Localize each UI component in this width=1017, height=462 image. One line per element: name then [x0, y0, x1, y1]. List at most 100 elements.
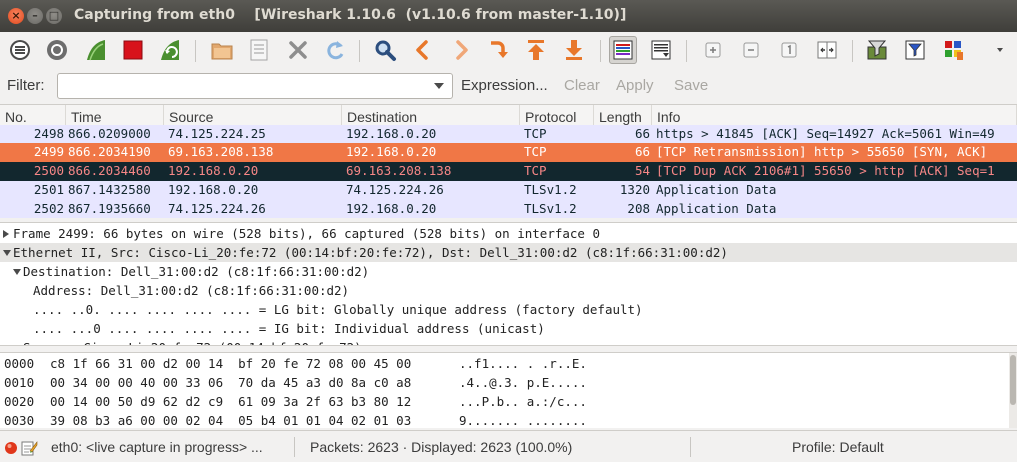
packet-cell-no: 2502: [33, 201, 64, 216]
packet-cell-info: [TCP Retransmission] http > 55650 [SYN, …: [656, 144, 988, 159]
capture-filters-icon[interactable]: [863, 36, 891, 64]
packet-row[interactable]: 2500 866.2034460 192.168.0.20 69.163.208.13…: [0, 162, 1017, 181]
packet-row[interactable]: 2499 866.2034190 69.163.208.138 192.168.0.2…: [0, 143, 1017, 162]
filter-dropdown-icon[interactable]: [434, 83, 444, 89]
packet-bytes[interactable]: 0000 c8 1f 66 31 00 d2 00 14 bf 20 fe 72 …: [0, 352, 1017, 428]
capture-status: eth0: <live capture in progress> ...: [51, 439, 263, 455]
bytes-scrollbar[interactable]: [1009, 353, 1017, 428]
bytes-hex: 39 08 b3 a6 00 00 02 04 05 b4 01 01 04 0…: [50, 413, 412, 428]
bytes-ascii: 9....... ........: [459, 413, 587, 428]
save-filter-button[interactable]: Save: [674, 77, 708, 94]
normal-size-icon[interactable]: [775, 36, 803, 64]
packet-cell-source: 192.168.0.20: [168, 182, 259, 197]
detail-line[interactable]: Address: Dell_31:00:d2 (c8:1f:66:31:00:d…: [0, 281, 1017, 300]
detail-text: .... ...0 .... .... .... .... = IG bit: …: [33, 321, 545, 336]
packet-cell-no: 2500: [33, 163, 64, 178]
bytes-offset: 0030: [4, 413, 35, 428]
packet-cell-length: 54: [634, 163, 650, 178]
packet-row[interactable]: 2502 867.1935660 74.125.224.26 192.168.0.20…: [0, 200, 1017, 218]
window-close-button[interactable]: ×: [8, 8, 24, 24]
capture-comments-icon[interactable]: [20, 439, 38, 457]
window-minimize-button[interactable]: –: [27, 8, 43, 24]
more-icon[interactable]: [986, 36, 1014, 64]
packet-cell-destination: 192.168.0.20: [346, 201, 437, 216]
go-first-icon[interactable]: [522, 36, 550, 64]
capture-options-icon[interactable]: [43, 36, 71, 64]
interface-list-icon[interactable]: [6, 36, 34, 64]
detail-line[interactable]: Ethernet II, Src: Cisco-Li_20:fe:72 (00:…: [0, 243, 1017, 262]
packet-cell-destination: 69.163.208.138: [346, 163, 452, 178]
packet-cell-protocol: TCP: [524, 126, 547, 141]
expression-button[interactable]: Expression...: [461, 77, 548, 94]
go-forward-icon[interactable]: [447, 36, 475, 64]
capture-running-icon[interactable]: [4, 441, 18, 455]
packet-cell-info: Application Data: [656, 182, 777, 197]
resize-columns-icon[interactable]: [813, 36, 841, 64]
bytes-offset: 0010: [4, 375, 35, 390]
display-filters-icon[interactable]: [901, 36, 929, 64]
stop-capture-icon[interactable]: [119, 36, 147, 64]
packet-count: Packets: 2623 · Displayed: 2623 (100.0%): [310, 439, 573, 455]
bytes-ascii: .4..@.3. p.E.....: [459, 375, 587, 390]
packet-row[interactable]: 2498 866.0209000 74.125.224.25 192.168.0.20…: [0, 125, 1017, 144]
packet-cell-length: 66: [634, 144, 650, 159]
window-title: Capturing from eth0 [Wireshark 1.10.6 (v…: [74, 7, 627, 23]
detail-line[interactable]: Source: Cisco-Li_20:fe:72 (00:14:bf:20:f…: [0, 338, 1017, 345]
expanded-arrow-icon[interactable]: [13, 269, 21, 275]
clear-button[interactable]: Clear: [564, 77, 600, 94]
close-file-icon[interactable]: [284, 36, 312, 64]
packet-list[interactable]: No. Time Source Destination Protocol Len…: [0, 104, 1017, 218]
packet-cell-no: 2498: [33, 126, 64, 141]
bytes-hex: 00 14 00 50 d9 62 d2 c9 61 09 3a 2f 63 b…: [50, 394, 412, 409]
find-packet-icon[interactable]: [371, 36, 399, 64]
detail-line[interactable]: Destination: Dell_31:00:d2 (c8:1f:66:31:…: [0, 262, 1017, 281]
detail-text: Address: Dell_31:00:d2 (c8:1f:66:31:00:d…: [33, 283, 350, 298]
collapsed-arrow-icon[interactable]: [3, 230, 9, 238]
packet-cell-source: 69.163.208.138: [168, 144, 274, 159]
packet-cell-time: 866.0209000: [68, 126, 151, 141]
packet-cell-time: 867.1432580: [68, 182, 151, 197]
auto-scroll-icon[interactable]: [647, 36, 675, 64]
detail-line[interactable]: .... ...0 .... .... .... .... = IG bit: …: [0, 319, 1017, 338]
colorize-icon[interactable]: [609, 36, 637, 64]
reload-icon[interactable]: [321, 36, 349, 64]
zoom-in-icon[interactable]: [699, 36, 727, 64]
packet-cell-source: 192.168.0.20: [168, 163, 259, 178]
go-to-packet-icon[interactable]: [484, 36, 512, 64]
save-file-icon[interactable]: [245, 36, 273, 64]
profile-status[interactable]: Profile: Default: [792, 439, 884, 455]
packet-cell-destination: 192.168.0.20: [346, 126, 437, 141]
filter-input[interactable]: [57, 73, 453, 99]
detail-text: .... ..0. .... .... .... .... = LG bit: …: [33, 302, 643, 317]
zoom-out-icon[interactable]: [737, 36, 765, 64]
detail-text: Source: Cisco-Li_20:fe:72 (00:14:bf:20:f…: [23, 338, 362, 345]
go-back-icon[interactable]: [409, 36, 437, 64]
coloring-rules-icon[interactable]: [940, 36, 968, 64]
detail-line[interactable]: .... ..0. .... .... .... .... = LG bit: …: [0, 300, 1017, 319]
status-bar: eth0: <live capture in progress> ... Pac…: [0, 430, 1017, 462]
main-toolbar: [0, 32, 1017, 68]
expanded-arrow-icon[interactable]: [3, 250, 11, 256]
bytes-scrollbar-thumb[interactable]: [1010, 355, 1016, 405]
packet-details[interactable]: Frame 2499: 66 bytes on wire (528 bits),…: [0, 222, 1017, 346]
title-bar: × – □ Capturing from eth0 [Wireshark 1.1…: [0, 0, 1017, 32]
detail-line[interactable]: Frame 2499: 66 bytes on wire (528 bits),…: [0, 224, 1017, 243]
packet-row[interactable]: 2501 867.1432580 192.168.0.20 74.125.224.26…: [0, 181, 1017, 200]
open-file-icon[interactable]: [208, 36, 236, 64]
packet-cell-protocol: TLSv1.2: [524, 182, 577, 197]
packet-cell-protocol: TCP: [524, 144, 547, 159]
bytes-hex: 00 34 00 00 40 00 33 06 70 da 45 a3 d0 8…: [50, 375, 412, 390]
bytes-offset: 0020: [4, 394, 35, 409]
filter-label: Filter:: [7, 77, 45, 94]
restart-capture-icon[interactable]: [156, 36, 184, 64]
apply-button[interactable]: Apply: [616, 77, 654, 94]
go-last-icon[interactable]: [560, 36, 588, 64]
bytes-ascii: ..f1.... . .r..E.: [459, 356, 587, 371]
filter-bar: Filter: Expression... Clear Apply Save: [0, 70, 1017, 102]
packet-cell-info: https > 41845 [ACK] Seq=14927 Ack=5061 W…: [656, 126, 995, 141]
window-maximize-button[interactable]: □: [46, 8, 62, 24]
detail-text: Ethernet II, Src: Cisco-Li_20:fe:72 (00:…: [13, 245, 728, 260]
packet-cell-length: 208: [627, 201, 650, 216]
packet-cell-protocol: TCP: [524, 163, 547, 178]
start-capture-icon[interactable]: [82, 36, 110, 64]
